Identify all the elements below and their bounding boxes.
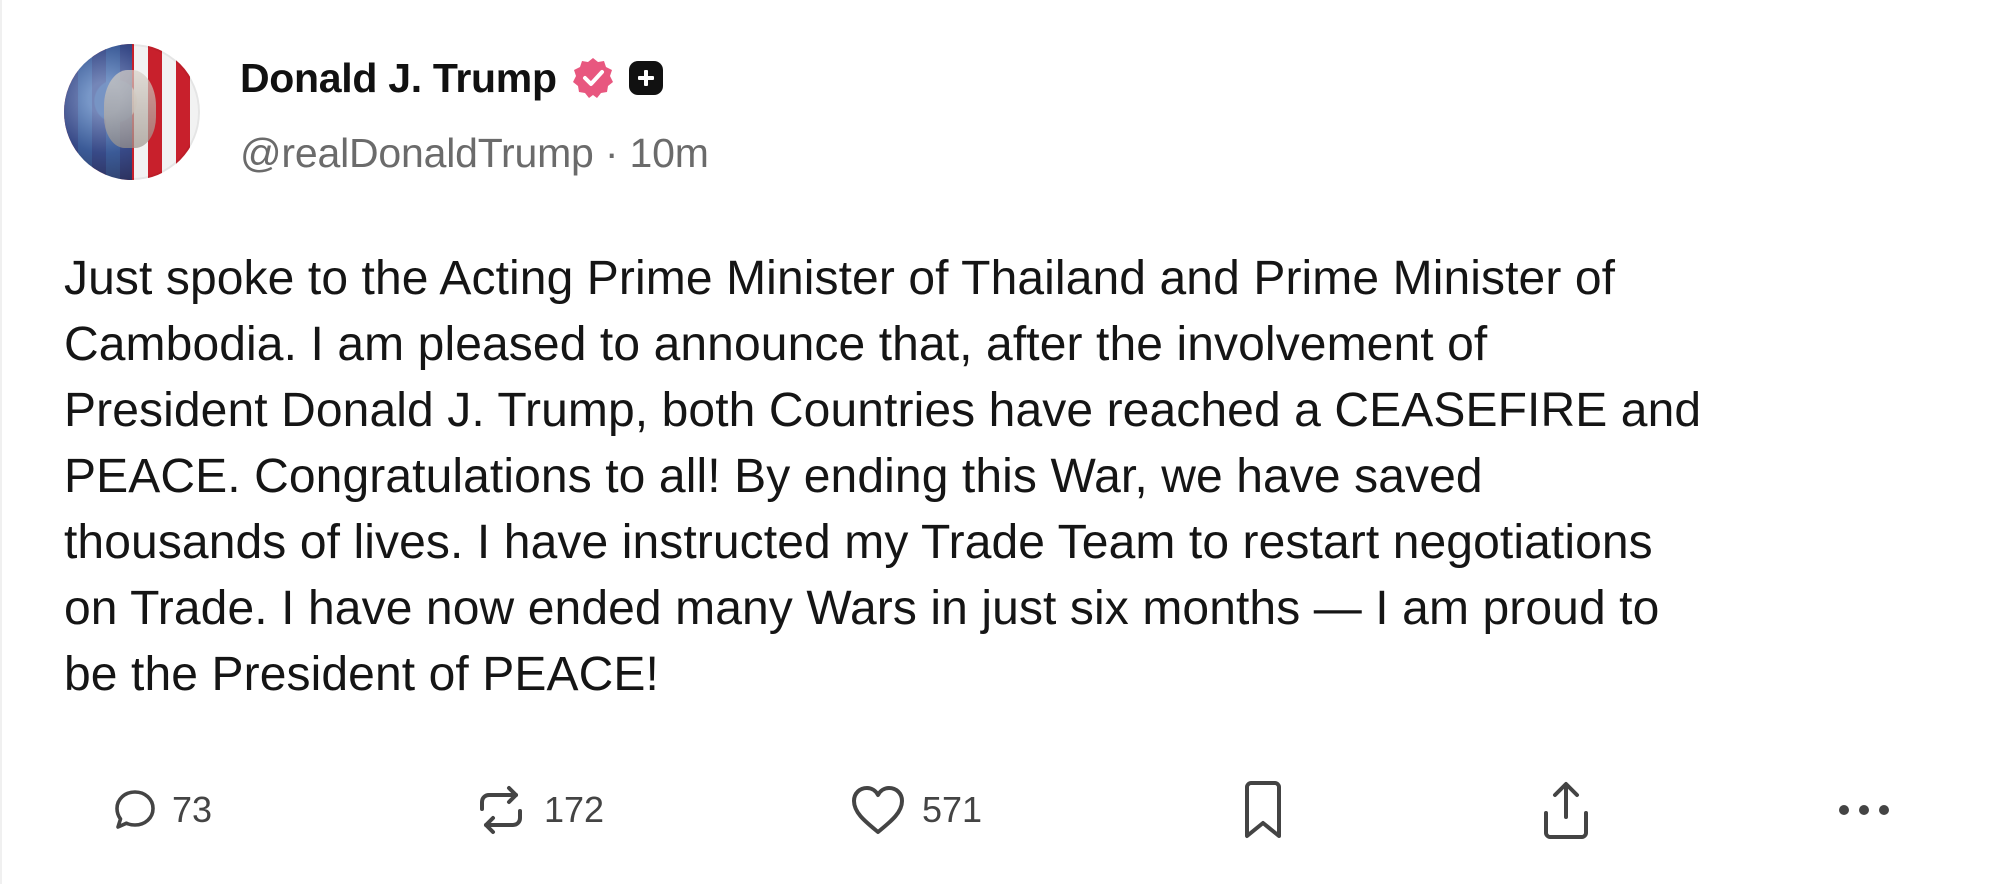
repost-count: 172 [544, 789, 605, 830]
post-card: Donald J. Trump @realDonaldTrump · 10m J… [0, 0, 2000, 884]
post-line: be the President of PEACE! [64, 648, 659, 701]
repost-button[interactable]: 172 [472, 775, 604, 845]
like-button[interactable]: 571 [848, 775, 982, 845]
post-line: Just spoke to the Acting Prime Minister … [64, 252, 1616, 305]
bookmark-icon [1245, 781, 1281, 838]
bookmark-button[interactable] [1238, 775, 1288, 845]
action-bar: 73 172 571 [2, 775, 2000, 845]
post-line: President Donald J. Trump, both Countrie… [64, 384, 1702, 437]
author-row: Donald J. Trump [240, 50, 663, 106]
post-line: Cambodia. I am pleased to announce that,… [64, 318, 1488, 371]
post-line: thousands of lives. I have instructed my… [64, 516, 1653, 569]
author-name[interactable]: Donald J. Trump [240, 55, 557, 102]
post-line: on Trade. I have now ended many Wars in … [64, 582, 1660, 635]
share-icon [1544, 782, 1588, 839]
post-time[interactable]: 10m [630, 130, 709, 176]
more-button[interactable] [1834, 775, 1894, 845]
separator: · [604, 130, 619, 176]
reply-count: 73 [172, 789, 213, 830]
verified-badge-icon [572, 58, 613, 98]
heart-icon [852, 786, 904, 834]
plus-badge-icon [628, 61, 663, 95]
share-button[interactable] [1538, 775, 1594, 845]
author-handle[interactable]: @realDonaldTrump [240, 130, 594, 176]
comment-icon [115, 790, 155, 829]
more-icon [1839, 805, 1889, 815]
reply-button[interactable]: 73 [112, 775, 212, 845]
avatar[interactable] [64, 44, 200, 180]
like-count: 571 [922, 789, 983, 830]
repost-icon [480, 786, 522, 834]
post-body: Just spoke to the Acting Prime Minister … [64, 246, 1964, 708]
handle-row: @realDonaldTrump · 10m [240, 130, 709, 177]
post-line: PEACE. Congratulations to all! By ending… [64, 450, 1483, 503]
